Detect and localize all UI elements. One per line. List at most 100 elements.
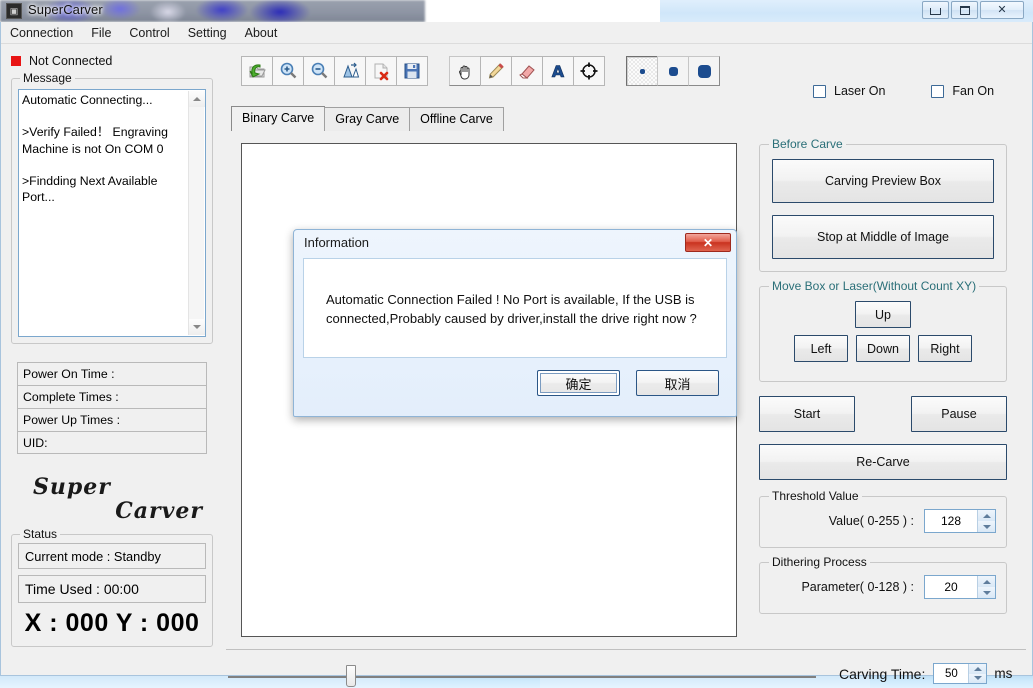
dithering-spinner[interactable]: 20 [924,575,996,599]
scale-image-icon[interactable] [334,56,366,86]
dialog-close-button[interactable]: ✕ [685,233,731,252]
move-down-button[interactable]: Down [856,335,910,362]
checkbox-icon [813,84,826,98]
delete-file-icon[interactable] [365,56,397,86]
dialog-button-row: 确定 取消 [303,358,727,408]
information-dialog: Information ✕ Automatic Connection Faile… [293,229,737,417]
scroll-up-icon[interactable] [189,91,205,107]
message-scrollbar[interactable] [188,91,205,335]
spinner-up-icon[interactable] [978,576,995,587]
carving-time-slider-track[interactable] [228,676,816,678]
threshold-spinner[interactable]: 128 [924,509,996,533]
spinner-up-icon[interactable] [978,510,995,521]
carving-preview-box-button[interactable]: Carving Preview Box [772,159,994,203]
uid-row: UID: [17,431,207,454]
message-group: Message Automatic Connecting... >Verify … [11,71,213,344]
toolbar: A [241,52,741,90]
toolbar-group-brush-size [626,56,720,86]
pencil-icon[interactable] [480,56,512,86]
app-icon: ▣ [6,3,22,19]
threshold-legend: Threshold Value [769,489,862,503]
connection-status: Not Connected [11,52,213,70]
pan-hand-icon[interactable] [449,56,481,86]
stop-at-middle-button[interactable]: Stop at Middle of Image [772,215,994,259]
target-icon[interactable] [573,56,605,86]
xy-coordinate-readout: X : 000 Y : 000 [24,609,200,637]
pause-button[interactable]: Pause [911,396,1007,432]
right-panel: Before Carve Carving Preview Box Stop at… [759,137,1007,628]
start-button[interactable]: Start [759,396,855,432]
current-mode-field: Current mode : Standby [18,543,206,569]
before-carve-legend: Before Carve [769,137,846,151]
dithering-label: Parameter( 0-128 ) : [801,580,914,594]
brush-size-large-icon[interactable] [688,56,720,86]
carving-time-input[interactable]: 50 [934,664,969,683]
menu-item-setting[interactable]: Setting [179,24,236,42]
move-right-button[interactable]: Right [918,335,972,362]
title-bar[interactable]: ▣ SuperCarver ✕ [0,0,1033,22]
minimize-button[interactable] [922,1,949,19]
threshold-spin-arrows[interactable] [977,510,995,532]
menu-item-file[interactable]: File [82,24,120,42]
window-title: SuperCarver [28,2,103,17]
carving-time-spin-arrows[interactable] [968,664,987,683]
tab-offline-carve[interactable]: Offline Carve [409,107,504,131]
threshold-label: Value( 0-255 ) : [828,514,914,528]
menu-bar: Connection File Control Setting About [1,22,1032,44]
dialog-cancel-button[interactable]: 取消 [636,370,719,396]
menu-item-about[interactable]: About [236,24,287,42]
zoom-in-icon[interactable] [272,56,304,86]
eraser-icon[interactable] [511,56,543,86]
brand-logo: Super Carver [11,474,213,524]
move-box-group: Move Box or Laser(Without Count XY) Up L… [759,279,1007,382]
spinner-down-icon[interactable] [969,673,987,683]
toolbar-group-file [241,56,428,86]
status-group-legend: Status [20,527,61,541]
dialog-body: Automatic Connection Failed ! No Port is… [303,258,727,358]
tab-gray-carve[interactable]: Gray Carve [324,107,411,131]
message-log[interactable]: Automatic Connecting... >Verify Failed！ … [18,89,206,337]
before-carve-group: Before Carve Carving Preview Box Stop at… [759,137,1007,272]
dithering-spin-arrows[interactable] [977,576,995,598]
save-icon[interactable] [396,56,428,86]
spinner-down-icon[interactable] [978,587,995,598]
spinner-up-icon[interactable] [969,664,987,674]
complete-times-row: Complete Times : [17,385,207,408]
maximize-button[interactable] [951,1,978,19]
zoom-out-icon[interactable] [303,56,335,86]
tab-binary-carve[interactable]: Binary Carve [231,106,326,131]
threshold-value-group: Threshold Value Value( 0-255 ) : 128 [759,489,1007,548]
bottom-separator [226,649,1026,650]
dithering-process-group: Dithering Process Parameter( 0-128 ) : 2… [759,555,1007,614]
status-group: Status Current mode : Standby Time Used … [11,527,213,647]
menu-item-connection[interactable]: Connection [1,24,82,42]
dithering-input[interactable]: 20 [925,576,977,598]
toolbar-checkboxes: Laser On Fan On [813,84,994,98]
carving-time-spinner[interactable]: 50 [933,663,988,684]
connection-status-label: Not Connected [29,54,113,68]
brush-size-medium-icon[interactable] [657,56,689,86]
dialog-ok-button[interactable]: 确定 [537,370,620,396]
brush-size-small-icon[interactable] [626,56,658,86]
laser-on-checkbox[interactable]: Laser On [813,84,885,98]
left-panel: Not Connected Message Automatic Connecti… [11,52,213,647]
scroll-down-icon[interactable] [189,319,205,335]
move-up-button[interactable]: Up [855,301,911,328]
carving-time-unit: ms [994,666,1013,681]
power-up-times-row: Power Up Times : [17,408,207,431]
close-button[interactable]: ✕ [980,1,1024,19]
spinner-down-icon[interactable] [978,521,995,532]
svg-text:A: A [552,62,565,81]
menu-item-control[interactable]: Control [120,24,178,42]
fan-on-label: Fan On [952,84,995,98]
close-icon: ✕ [702,235,714,250]
open-file-icon[interactable] [241,56,273,86]
threshold-input[interactable]: 128 [925,510,977,532]
move-left-button[interactable]: Left [794,335,848,362]
fan-on-checkbox[interactable]: Fan On [931,84,994,98]
re-carve-button[interactable]: Re-Carve [759,444,1007,480]
text-tool-icon[interactable]: A [542,56,574,86]
power-on-time-row: Power On Time : [17,362,207,385]
carving-time-slider-thumb[interactable] [346,665,356,687]
brand-line-1: Super [33,474,111,500]
